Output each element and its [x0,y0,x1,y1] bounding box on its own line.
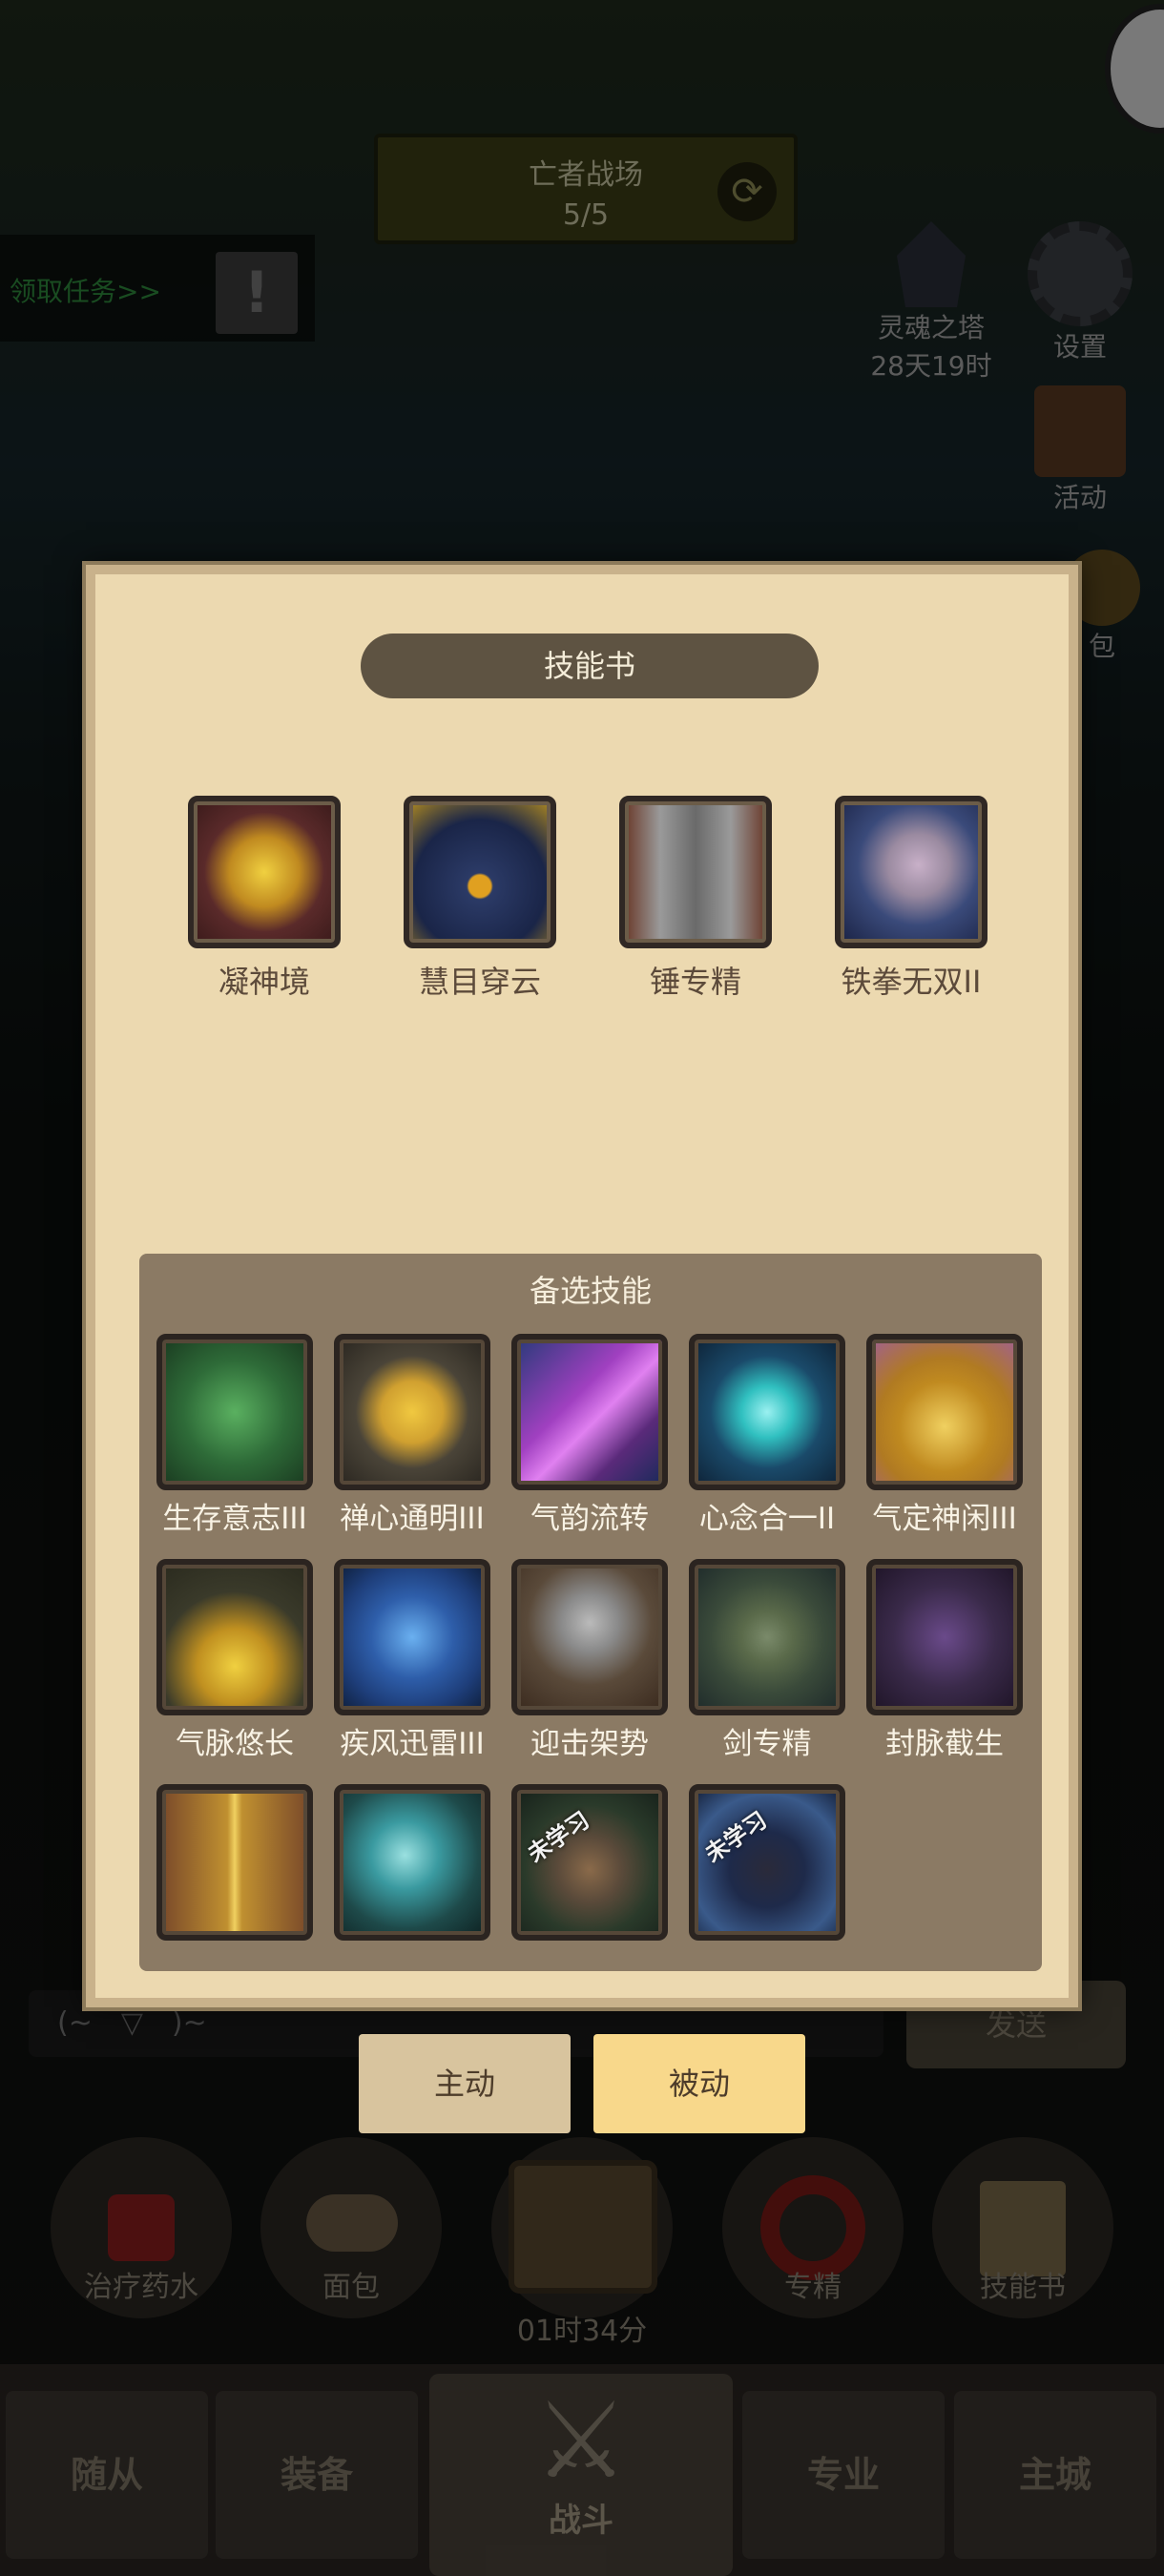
alternate-skill[interactable]: 生存意志III [151,1334,319,1537]
not-learned-tag: 未学习 [699,1806,772,1868]
golden-spiral-icon [334,1334,490,1490]
eagle-head-icon [404,796,556,948]
alternate-skill[interactable] [151,1784,319,1944]
alternate-skill[interactable]: 剑专精 [683,1559,851,1762]
tab-active-skills[interactable]: 主动 [359,2034,571,2133]
not-learned-tag: 未学习 [522,1806,594,1868]
cyan-gem-icon [689,1334,845,1490]
alternate-skill[interactable]: 气韵流转 [506,1334,674,1537]
skill-name: 气韵流转 [530,1502,649,1536]
skill-name: 气脉悠长 [176,1727,294,1761]
golden-knot-icon [156,1559,313,1715]
blue-tree-icon [334,1559,490,1715]
golden-pillar-icon [156,1784,313,1941]
water-wave-icon [334,1784,490,1941]
stone-hand-icon: 未学习 [511,1784,668,1941]
knight-helmet-icon [511,1559,668,1715]
skill-name: 剑专精 [722,1727,812,1761]
alternates-title: 备选技能 [529,1273,652,1309]
green-vines-icon [156,1334,313,1490]
alternate-skill[interactable] [328,1784,496,1944]
chained-figure-icon [866,1559,1023,1715]
alternate-skill[interactable]: 疾风迅雷III [328,1559,496,1762]
sword-hilt-icon [689,1559,845,1715]
alternate-skill[interactable]: 心念合一II [683,1334,851,1537]
skill-name: 慧目穿云 [418,964,541,1000]
skill-name: 生存意志III [162,1502,307,1536]
alternate-skill[interactable]: 封脉截生 [861,1559,1029,1762]
alternate-skill[interactable]: 未学习 [506,1784,674,1944]
equipped-skill[interactable]: 慧目穿云 [399,796,561,1002]
skill-name: 铁拳无双II [841,964,982,1000]
golden-armor-icon [866,1334,1023,1490]
purple-swirl-icon [511,1334,668,1490]
skill-name: 锤专精 [649,964,741,1000]
alternate-skill[interactable]: 禅心通明III [328,1334,496,1537]
skill-name: 迎击架势 [530,1727,649,1761]
alternate-skills-panel: 备选技能 生存意志III 禅心通明III 气韵流转 心念合一II 气定神闲III… [139,1254,1042,1971]
alternate-skill[interactable]: 迎击架势 [506,1559,674,1762]
alternate-skill[interactable]: 气脉悠长 [151,1559,319,1762]
skill-name: 气定神闲III [872,1502,1017,1536]
skill-name: 疾风迅雷III [340,1727,485,1761]
skill-name: 封脉截生 [885,1727,1004,1761]
skill-name: 禅心通明III [340,1502,485,1536]
alternate-skill[interactable]: 气定神闲III [861,1334,1029,1537]
skill-name: 心念合一II [698,1502,836,1536]
iron-fist-icon [835,796,987,948]
modal-title: 技能书 [361,634,819,698]
alternate-skill[interactable]: 未学习 [683,1784,851,1944]
skill-name: 凝神境 [218,964,310,1000]
equipped-skill[interactable]: 凝神境 [183,796,345,1002]
skill-book-modal: 技能书 凝神境 慧目穿云 锤专精 铁拳无双II 备选技能 生存意志III 禅心通… [86,565,1078,2007]
golden-eye-sigil-icon [188,796,341,948]
hammer-icon [619,796,772,948]
dark-figure-icon: 未学习 [689,1784,845,1941]
tab-passive-skills[interactable]: 被动 [593,2034,805,2133]
equipped-skill[interactable]: 铁拳无双II [830,796,992,1002]
equipped-skill[interactable]: 锤专精 [614,796,777,1002]
